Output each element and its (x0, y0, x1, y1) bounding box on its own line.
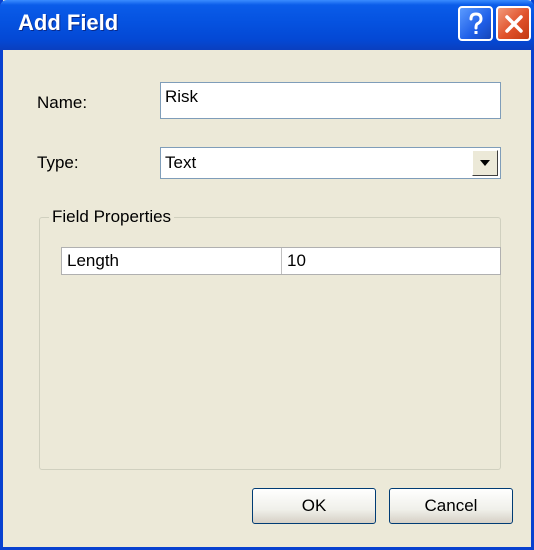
ok-button[interactable]: OK (252, 488, 376, 524)
property-name-cell: Length (62, 248, 282, 274)
table-row[interactable]: Length 10 (61, 247, 501, 275)
type-label: Type: (37, 153, 79, 172)
close-button[interactable] (496, 6, 531, 41)
chevron-down-icon (480, 160, 490, 166)
close-x-icon (504, 14, 523, 33)
type-dropdown[interactable]: Text (160, 147, 501, 179)
name-label: Name: (37, 93, 88, 112)
question-mark-icon (469, 11, 483, 34)
cancel-button[interactable]: Cancel (389, 488, 513, 524)
dialog-title: Add Field (18, 10, 119, 35)
type-dropdown-value: Text (165, 153, 197, 172)
name-input[interactable]: Risk (160, 82, 501, 119)
help-button[interactable] (458, 6, 493, 41)
dropdown-arrow-button[interactable] (472, 150, 498, 176)
field-properties-legend: Field Properties (49, 207, 175, 227)
property-value-cell[interactable]: 10 (282, 248, 311, 274)
name-input-value: Risk (165, 87, 199, 106)
title-bar[interactable]: Add Field (0, 0, 534, 50)
add-field-dialog: Add Field Name: Risk Type: Text Field Pr… (0, 0, 534, 550)
